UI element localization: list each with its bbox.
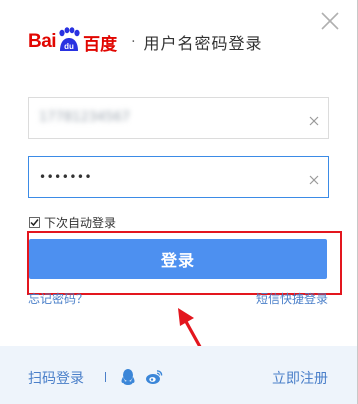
checkmark-icon	[30, 218, 39, 226]
footer: 扫码登录 立即注册	[0, 346, 357, 404]
close-icon[interactable]	[320, 11, 340, 31]
logo-paw-text: du	[64, 42, 74, 51]
title-separator: ·	[131, 34, 136, 50]
clear-password-icon[interactable]	[308, 171, 320, 185]
username-value: 17781234567	[39, 110, 130, 125]
remember-me[interactable]: 下次自动登录	[29, 214, 116, 230]
weibo-icon[interactable]	[145, 369, 163, 389]
username-field[interactable]: 17781234567	[28, 97, 329, 139]
remember-checkbox[interactable]	[29, 216, 40, 228]
login-button[interactable]: 登录	[29, 239, 327, 279]
page-title: 用户名密码登录	[143, 34, 263, 53]
sms-login-link[interactable]: 短信快捷登录	[256, 290, 328, 307]
footer-divider	[105, 372, 106, 382]
forgot-password-link[interactable]: 忘记密码？	[28, 290, 88, 307]
qq-icon[interactable]	[120, 368, 136, 390]
password-field[interactable]: •••••••	[28, 156, 329, 198]
logo-chinese-text: 百度	[83, 34, 118, 55]
clear-username-icon[interactable]	[308, 112, 320, 126]
remember-label: 下次自动登录	[44, 215, 117, 230]
baidu-logo: Bai du 百度	[28, 24, 117, 60]
header: Bai du 百度 · 用户名密码登录	[28, 24, 263, 60]
qr-login-link[interactable]: 扫码登录	[28, 368, 84, 388]
baidu-paw-icon: du	[57, 27, 81, 57]
password-mask: •••••••	[39, 170, 93, 184]
register-link[interactable]: 立即注册	[272, 368, 328, 388]
login-dialog: Bai du 百度 · 用户名密码登录 17781234567 ••••••• …	[0, 0, 358, 404]
logo-latin-text: Bai	[28, 31, 57, 52]
